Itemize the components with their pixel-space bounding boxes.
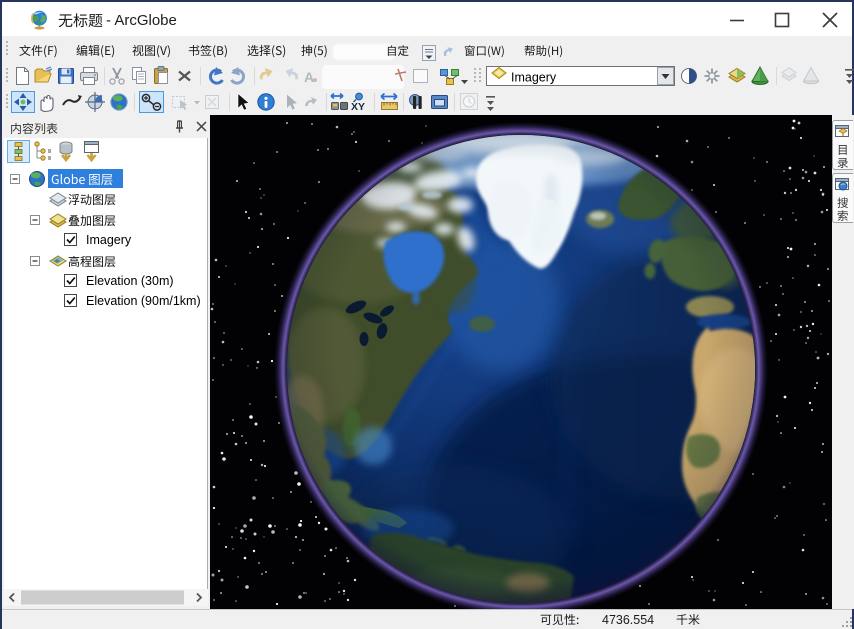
svg-text:Imagery: Imagery: [511, 71, 557, 85]
svg-text:XY: XY: [351, 101, 365, 113]
svg-text:A: A: [304, 69, 314, 85]
